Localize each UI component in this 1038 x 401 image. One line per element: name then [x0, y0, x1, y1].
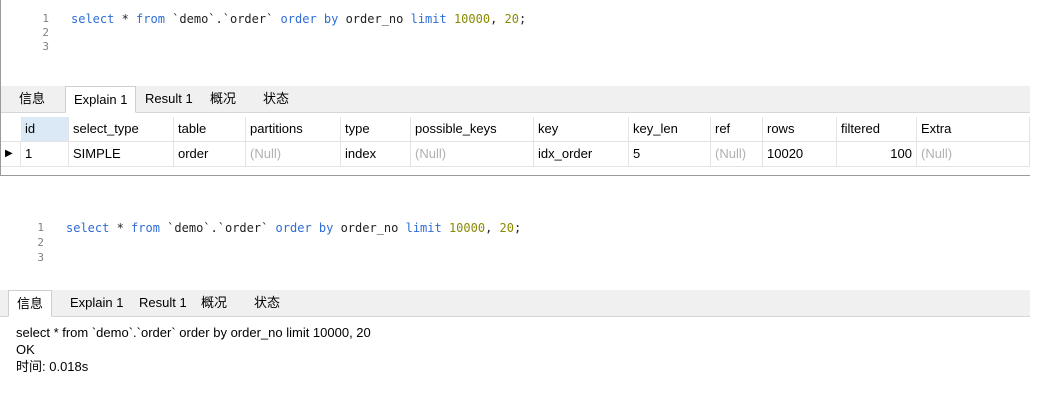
- sql-token: ,: [490, 12, 505, 26]
- explain-grid[interactable]: id select_type table partitions type pos…: [1, 117, 1030, 173]
- tab-status[interactable]: 状态: [246, 290, 288, 316]
- result-tabbar: 信息 Explain 1 Result 1 概况 状态: [0, 290, 1030, 317]
- cell-ref[interactable]: (Null): [711, 142, 763, 166]
- sql-token: from: [131, 221, 160, 235]
- explain-panel: 1 2 3 select * from `demo`.`order` order…: [0, 0, 1030, 176]
- info-panel: 1 2 3 select * from `demo`.`order` order…: [0, 214, 1030, 401]
- cell-key[interactable]: idx_order: [534, 142, 629, 166]
- line-number: 1: [37, 221, 44, 234]
- col-header-possible-keys[interactable]: possible_keys: [411, 117, 534, 141]
- result-tabbar: 信息 Explain 1 Result 1 概况 状态: [1, 86, 1030, 113]
- cell-type[interactable]: index: [341, 142, 411, 166]
- sql-token: 10000: [446, 12, 491, 26]
- tab-result[interactable]: Result 1: [131, 290, 195, 316]
- tab-info[interactable]: 信息: [8, 290, 53, 317]
- sql-token: order_no: [333, 221, 406, 235]
- sql-token: limit: [410, 12, 447, 26]
- grid-header-row: id select_type table partitions type pos…: [1, 117, 1030, 142]
- col-header-key[interactable]: key: [534, 117, 629, 141]
- sql-token: *: [109, 221, 132, 235]
- sql-token: order by: [275, 221, 334, 235]
- col-header-rows[interactable]: rows: [763, 117, 837, 141]
- sql-token: ;: [513, 221, 522, 235]
- col-header-ref[interactable]: ref: [711, 117, 763, 141]
- cell-partitions[interactable]: (Null): [246, 142, 341, 166]
- cell-id[interactable]: 1: [21, 142, 69, 166]
- cell-key-len[interactable]: 5: [629, 142, 711, 166]
- sql-editor[interactable]: 1 2 3 select * from `demo`.`order` order…: [0, 214, 1030, 284]
- sql-token: select: [71, 12, 115, 26]
- col-header-table[interactable]: table: [174, 117, 246, 141]
- line-number: 2: [42, 26, 49, 39]
- line-number: 3: [42, 40, 49, 53]
- col-header-key-len[interactable]: key_len: [629, 117, 711, 141]
- sql-code-line[interactable]: select * from `demo`.`order` order by or…: [71, 12, 526, 26]
- tab-result[interactable]: Result 1: [137, 86, 201, 112]
- sql-token: ,: [485, 221, 500, 235]
- table-row[interactable]: ▶ 1 SIMPLE order (Null) index (Null) idx…: [1, 142, 1030, 167]
- tab-overview[interactable]: 概况: [193, 290, 235, 316]
- sql-editor[interactable]: 1 2 3 select * from `demo`.`order` order…: [1, 0, 1030, 82]
- cell-filtered[interactable]: 100: [837, 142, 917, 166]
- line-number: 1: [42, 12, 49, 25]
- sql-code-line[interactable]: select * from `demo`.`order` order by or…: [66, 221, 521, 235]
- info-status-text: OK: [16, 342, 35, 357]
- col-header-id[interactable]: id: [21, 117, 69, 141]
- sql-token: select: [66, 221, 110, 235]
- col-header-filtered[interactable]: filtered: [837, 117, 917, 141]
- cell-extra[interactable]: (Null): [917, 142, 1030, 166]
- info-time-text: 时间: 0.018s: [16, 359, 89, 374]
- col-header-type[interactable]: type: [341, 117, 411, 141]
- col-header-select-type[interactable]: select_type: [69, 117, 174, 141]
- sql-token: 20: [499, 221, 514, 235]
- tab-explain[interactable]: Explain 1: [65, 86, 137, 113]
- sql-token: *: [114, 12, 137, 26]
- sql-token: `demo`.`order`: [159, 221, 276, 235]
- sql-token: order by: [280, 12, 339, 26]
- tab-status[interactable]: 状态: [255, 86, 297, 112]
- tab-explain[interactable]: Explain 1: [62, 290, 131, 316]
- sql-token: `demo`.`order`: [164, 12, 281, 26]
- tab-info[interactable]: 信息: [11, 86, 53, 112]
- row-marker-icon: ▶: [5, 142, 21, 166]
- sql-token: from: [136, 12, 165, 26]
- cell-rows[interactable]: 10020: [763, 142, 837, 166]
- info-query-text: select * from `demo`.`order` order by or…: [16, 325, 371, 340]
- col-header-partitions[interactable]: partitions: [246, 117, 341, 141]
- sql-token: ;: [518, 12, 527, 26]
- sql-token: limit: [405, 221, 442, 235]
- cell-table[interactable]: order: [174, 142, 246, 166]
- cell-select-type[interactable]: SIMPLE: [69, 142, 174, 166]
- line-number: 2: [37, 236, 44, 249]
- sql-token: 20: [504, 12, 519, 26]
- col-header-extra[interactable]: Extra: [917, 117, 1030, 141]
- cell-possible-keys[interactable]: (Null): [411, 142, 534, 166]
- tab-overview[interactable]: 概况: [202, 86, 244, 112]
- sql-token: 10000: [441, 221, 486, 235]
- sql-token: order_no: [338, 12, 411, 26]
- line-number: 3: [37, 251, 44, 264]
